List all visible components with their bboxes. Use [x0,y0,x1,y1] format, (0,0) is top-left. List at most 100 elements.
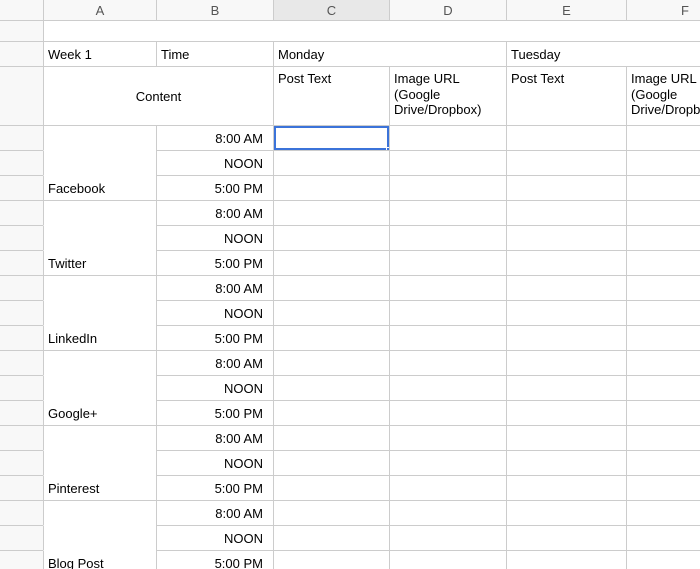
cell[interactable] [506,550,627,569]
cell[interactable] [273,500,390,526]
cell[interactable] [626,350,700,376]
cell-time[interactable]: 5:00 PM [156,175,274,201]
cell[interactable] [506,150,627,176]
row-header[interactable] [0,275,44,301]
cell-channel[interactable] [43,300,157,326]
cell-time[interactable]: NOON [156,525,274,551]
cell[interactable] [626,250,700,276]
cell[interactable] [506,125,627,151]
cell-channel[interactable] [43,425,157,451]
row-header[interactable] [0,41,44,67]
cell[interactable] [389,475,507,501]
cell[interactable] [626,475,700,501]
row-header[interactable] [0,500,44,526]
row-header[interactable] [0,550,44,569]
cell[interactable] [389,425,507,451]
cell-channel-blogpost[interactable]: Blog Post [43,550,157,569]
cell[interactable] [389,550,507,569]
cell[interactable] [626,125,700,151]
row-header[interactable] [0,525,44,551]
cell[interactable] [273,225,390,251]
col-header-A[interactable]: A [43,0,157,21]
selected-cell[interactable] [273,125,390,151]
cell[interactable] [389,325,507,351]
cell[interactable] [626,225,700,251]
cell-time[interactable]: 5:00 PM [156,550,274,569]
cell[interactable] [389,350,507,376]
col-header-F[interactable]: F [626,0,700,21]
cell[interactable] [389,525,507,551]
cell-channel-linkedin[interactable]: LinkedIn [43,325,157,351]
cell-time[interactable]: 8:00 AM [156,275,274,301]
cell[interactable] [273,275,390,301]
cell-channel[interactable] [43,350,157,376]
cell[interactable] [626,500,700,526]
cell-time-header[interactable]: Time [156,41,274,67]
cell[interactable] [506,275,627,301]
cell[interactable] [626,175,700,201]
row-header[interactable] [0,450,44,476]
cell[interactable] [273,175,390,201]
cell[interactable] [273,375,390,401]
cell-imageurl-header-mon[interactable]: Image URL (Google Drive/Dropbox) [389,66,507,126]
cell[interactable] [389,150,507,176]
cell-posttext-header-tue[interactable]: Post Text [506,66,627,126]
row-header[interactable] [0,475,44,501]
select-all-corner[interactable] [0,0,44,21]
cell[interactable] [506,325,627,351]
cell-imageurl-header-tue[interactable]: Image URL (Google Drive/Dropbox) [626,66,700,126]
fill-handle[interactable] [386,147,390,151]
row-header[interactable] [0,400,44,426]
cell-channel-facebook[interactable]: Facebook [43,175,157,201]
cell-channel[interactable] [43,200,157,226]
cell[interactable] [626,150,700,176]
cell-channel-pinterest[interactable]: Pinterest [43,475,157,501]
cell[interactable] [506,200,627,226]
cell[interactable] [389,175,507,201]
cell[interactable] [273,525,390,551]
row-header[interactable] [0,350,44,376]
cell[interactable] [506,350,627,376]
cell-time[interactable]: 8:00 AM [156,500,274,526]
col-header-B[interactable]: B [156,0,274,21]
cell[interactable] [273,425,390,451]
cell[interactable] [273,325,390,351]
row-header[interactable] [0,300,44,326]
cell[interactable] [273,475,390,501]
cell-content-header[interactable]: Content [43,66,274,126]
cell[interactable] [506,225,627,251]
row-header[interactable] [0,225,44,251]
cell[interactable] [506,400,627,426]
cell-channel[interactable] [43,375,157,401]
formula-bar[interactable]: J [43,20,700,42]
cell[interactable] [273,550,390,569]
cell-day-tuesday[interactable]: Tuesday [506,41,700,67]
cell[interactable] [626,550,700,569]
row-header[interactable] [0,375,44,401]
cell[interactable] [506,300,627,326]
cell-time[interactable]: 8:00 AM [156,350,274,376]
cell[interactable] [506,425,627,451]
cell[interactable] [389,500,507,526]
spreadsheet-grid[interactable]: A B C D E F J Week 1 Time Monday Tuesday… [0,0,700,569]
cell[interactable] [506,525,627,551]
cell-time[interactable]: NOON [156,450,274,476]
cell[interactable] [626,425,700,451]
cell[interactable] [389,125,507,151]
cell-time[interactable]: NOON [156,150,274,176]
cell[interactable] [626,375,700,401]
cell-time[interactable]: 5:00 PM [156,325,274,351]
cell[interactable] [273,200,390,226]
cell[interactable] [273,250,390,276]
col-header-E[interactable]: E [506,0,627,21]
cell-channel[interactable] [43,525,157,551]
cell-time[interactable]: NOON [156,225,274,251]
col-header-D[interactable]: D [389,0,507,21]
cell-time[interactable]: 8:00 AM [156,200,274,226]
cell[interactable] [389,275,507,301]
cell[interactable] [626,275,700,301]
cell-channel[interactable] [43,225,157,251]
cell[interactable] [389,250,507,276]
cell[interactable] [389,375,507,401]
cell[interactable] [626,300,700,326]
